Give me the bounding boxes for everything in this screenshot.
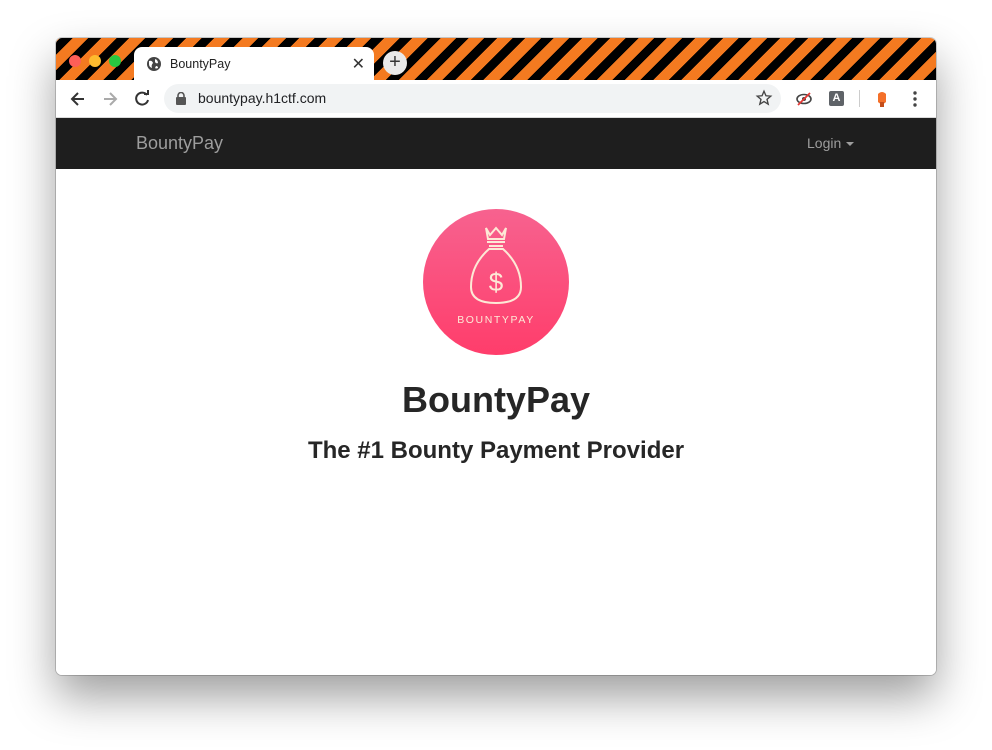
title-bar: BountyPay ✕ + bbox=[56, 38, 936, 80]
close-window-button[interactable] bbox=[69, 55, 81, 67]
page-subtitle: The #1 Bounty Payment Provider bbox=[307, 437, 685, 464]
minimize-window-button[interactable] bbox=[89, 55, 101, 67]
browser-tab[interactable]: BountyPay ✕ bbox=[134, 47, 374, 80]
new-tab-button[interactable]: + bbox=[383, 51, 407, 75]
lock-icon bbox=[176, 92, 186, 105]
close-icon[interactable]: ✕ bbox=[352, 54, 365, 74]
bountypay-logo: $ BOUNTYPAY bbox=[423, 209, 569, 355]
page-title: BountyPay bbox=[401, 379, 591, 420]
reload-icon[interactable] bbox=[132, 89, 152, 109]
star-icon[interactable] bbox=[755, 89, 773, 107]
menu-icon[interactable] bbox=[905, 89, 925, 109]
address-bar[interactable]: bountypay.h1ctf.com bbox=[164, 84, 781, 113]
caret-down-icon bbox=[846, 142, 855, 147]
url-text: bountypay.h1ctf.com bbox=[198, 90, 327, 106]
browser-toolbar: bountypay.h1ctf.com A bbox=[56, 80, 936, 118]
back-icon[interactable] bbox=[68, 89, 88, 109]
maximize-window-button[interactable] bbox=[109, 55, 121, 67]
eye-off-icon[interactable] bbox=[794, 89, 814, 109]
toolbar-separator bbox=[859, 90, 860, 107]
tab-title: BountyPay bbox=[170, 57, 231, 71]
login-label: Login bbox=[807, 135, 842, 151]
globe-icon bbox=[147, 57, 161, 71]
browser-window: BountyPay ✕ + bountypay.h1ctf.com A Boun… bbox=[56, 38, 936, 675]
profile-icon[interactable] bbox=[872, 89, 892, 109]
dollar-sign: $ bbox=[489, 267, 504, 297]
login-dropdown[interactable]: Login bbox=[807, 135, 855, 151]
forward-icon[interactable] bbox=[100, 89, 120, 109]
main-content: $ BOUNTYPAY BountyPay The #1 Bounty Paym… bbox=[56, 169, 936, 675]
logo-text: BOUNTYPAY bbox=[457, 314, 535, 326]
navbar-brand[interactable]: BountyPay bbox=[136, 133, 223, 154]
site-navbar: BountyPay Login bbox=[56, 118, 936, 169]
extension-a-icon[interactable]: A bbox=[829, 91, 844, 106]
